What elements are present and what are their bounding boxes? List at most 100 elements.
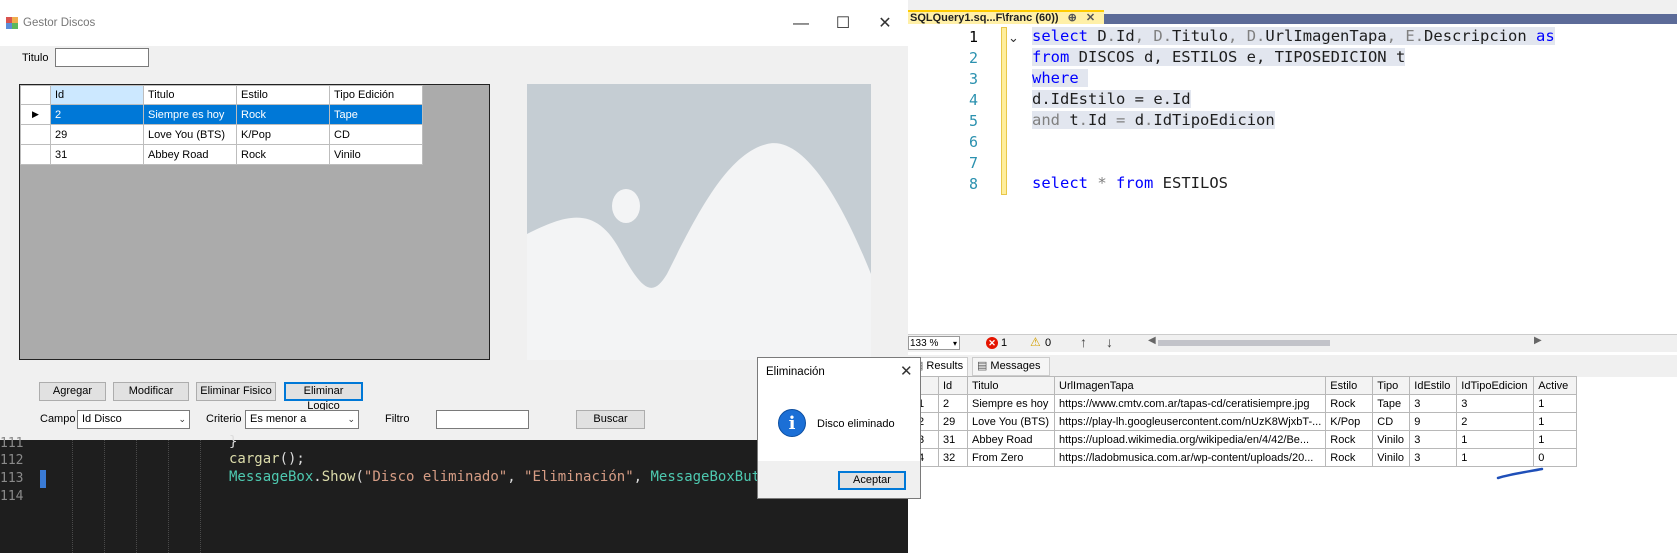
cell[interactable]: 3 xyxy=(1409,430,1458,449)
table-row[interactable]: 31 Abbey Road Rock Vinilo xyxy=(20,144,423,165)
column-header[interactable]: Active xyxy=(1533,376,1578,395)
cell[interactable]: Love You (BTS) xyxy=(967,412,1055,431)
cell[interactable]: Tape xyxy=(329,104,423,125)
cell[interactable]: https://play-lh.googleusercontent.com/nU… xyxy=(1053,412,1327,431)
cell[interactable]: K/Pop xyxy=(236,124,330,145)
error-icon[interactable]: ✕ xyxy=(986,337,998,349)
cell[interactable]: 3 xyxy=(1409,394,1458,413)
cell[interactable]: 31 xyxy=(938,430,968,449)
maximize-button[interactable]: ☐ xyxy=(820,10,866,38)
window-titlebar[interactable] xyxy=(0,0,908,46)
cell[interactable]: https://www.cmtv.com.ar/tapas-cd/ceratis… xyxy=(1053,394,1327,413)
cell[interactable]: Siempre es hoy xyxy=(967,394,1055,413)
column-header[interactable]: Titulo xyxy=(967,376,1055,395)
cell[interactable]: K/Pop xyxy=(1325,412,1374,431)
zoom-dropdown[interactable]: 133 % ▾ xyxy=(908,336,960,350)
column-header[interactable]: UrlImagenTapa xyxy=(1053,376,1327,395)
close-tab-icon[interactable]: ✕ xyxy=(1086,12,1095,24)
column-header[interactable]: Estilo xyxy=(1325,376,1374,395)
line-number: 8 xyxy=(968,175,978,193)
cell[interactable]: 29 xyxy=(50,124,144,145)
tab-messages[interactable]: ▤ResultsMessages xyxy=(972,357,1050,376)
cell[interactable]: Rock xyxy=(236,104,330,125)
sql-editor[interactable]: select D.Id, D.Titulo, D.UrlImagenTapa, … xyxy=(1032,25,1677,325)
column-header[interactable]: Tipo Edición xyxy=(329,85,423,105)
table-row[interactable]: 2 29 Love You (BTS) https://play-lh.goog… xyxy=(914,412,1578,431)
dialog-close-button[interactable]: ✕ xyxy=(900,362,913,380)
cell[interactable]: Abbey Road xyxy=(143,144,237,165)
warning-icon[interactable]: ⚠ xyxy=(1030,336,1043,349)
table-row[interactable]: 29 Love You (BTS) K/Pop CD xyxy=(20,124,423,145)
cell[interactable]: CD xyxy=(329,124,423,145)
cell[interactable]: 2 xyxy=(938,394,968,413)
cell[interactable]: 3 xyxy=(1409,448,1458,467)
zoom-value: 133 % xyxy=(910,338,939,349)
eliminar-fisico-button[interactable]: Eliminar Fisico xyxy=(196,382,276,401)
query-tab[interactable]: SQLQuery1.sq...F\franc (60)) ⊕ ✕ xyxy=(908,10,1104,24)
horizontal-scrollbar-thumb[interactable] xyxy=(1158,340,1330,346)
column-header[interactable]: Estilo xyxy=(236,85,330,105)
cell[interactable]: Vinilo xyxy=(1372,430,1411,449)
table-row[interactable]: 4 32 From Zero https://ladobmusica.com.a… xyxy=(914,448,1578,467)
cell[interactable]: https://upload.wikimedia.org/wikipedia/e… xyxy=(1053,430,1327,449)
cell[interactable]: CD xyxy=(1372,412,1411,431)
eliminar-logico-button[interactable]: Eliminar Logico xyxy=(284,382,363,412)
cell[interactable]: 1 xyxy=(1456,430,1535,449)
cell[interactable]: 9 xyxy=(1409,412,1458,431)
column-header[interactable]: IdTipoEdicion xyxy=(1456,376,1535,395)
cell[interactable]: 1 xyxy=(1533,412,1578,431)
column-header[interactable]: Tipo xyxy=(1372,376,1411,395)
cell[interactable]: 3 xyxy=(1456,394,1535,413)
cell[interactable]: Tape xyxy=(1372,394,1411,413)
cell[interactable]: 2 xyxy=(1456,412,1535,431)
criterio-select[interactable]: Es menor a ⌄ xyxy=(245,410,359,429)
ssms-panel: SQLQuery1.sq...F\franc (60)) ⊕ ✕ 1 2 3 4… xyxy=(908,0,1677,553)
indent-guide xyxy=(200,440,201,553)
aceptar-button[interactable]: Aceptar xyxy=(838,471,906,490)
results-grid[interactable]: Id Titulo UrlImagenTapa Estilo Tipo IdEs… xyxy=(914,376,1677,467)
agregar-button[interactable]: Agregar xyxy=(39,382,106,401)
cell[interactable]: Vinilo xyxy=(1372,448,1411,467)
cell[interactable]: Love You (BTS) xyxy=(143,124,237,145)
cell[interactable]: Siempre es hoy xyxy=(143,104,237,125)
column-header[interactable]: Id xyxy=(938,376,968,395)
pin-icon[interactable]: ⊕ xyxy=(1068,12,1077,24)
modificar-button[interactable]: Modificar xyxy=(113,382,189,401)
table-row[interactable]: 3 31 Abbey Road https://upload.wikimedia… xyxy=(914,430,1578,449)
cell[interactable]: 2 xyxy=(50,104,144,125)
dialog-message: Disco eliminado xyxy=(817,418,895,430)
cell[interactable]: From Zero xyxy=(967,448,1055,467)
cell[interactable]: Rock xyxy=(1325,430,1374,449)
indent-guide xyxy=(72,440,73,553)
scroll-left-icon[interactable]: ◀ xyxy=(1148,335,1156,346)
cell[interactable]: Rock xyxy=(1325,394,1374,413)
cell[interactable]: 29 xyxy=(938,412,968,431)
discos-grid[interactable]: Id Titulo Estilo Tipo Edición ▶ 2 Siempr… xyxy=(19,84,490,360)
query-tab-title: SQLQuery1.sq...F\franc (60)) xyxy=(910,12,1059,24)
minimize-button[interactable]: — xyxy=(778,10,824,38)
column-header[interactable]: Titulo xyxy=(143,85,237,105)
campo-select[interactable]: Id Disco ⌄ xyxy=(77,410,190,429)
filtro-input[interactable] xyxy=(436,410,529,429)
cell[interactable]: Rock xyxy=(236,144,330,165)
cell[interactable]: 32 xyxy=(938,448,968,467)
collapse-chevron-icon[interactable]: ⌄ xyxy=(1008,30,1022,45)
scroll-right-icon[interactable]: ▶ xyxy=(1534,335,1542,346)
cell[interactable]: Rock xyxy=(1325,448,1374,467)
cell[interactable]: 31 xyxy=(50,144,144,165)
column-header[interactable]: IdEstilo xyxy=(1409,376,1458,395)
error-count: 1 xyxy=(1001,337,1008,349)
table-row[interactable]: 1 2 Siempre es hoy https://www.cmtv.com.… xyxy=(914,394,1578,413)
close-button[interactable]: ✕ xyxy=(862,10,908,38)
cell[interactable]: 1 xyxy=(1533,430,1578,449)
arrow-up-icon[interactable]: ↑ xyxy=(1080,334,1087,350)
cell[interactable]: https://ladobmusica.com.ar/wp-content/up… xyxy=(1053,448,1327,467)
table-row[interactable]: ▶ 2 Siempre es hoy Rock Tape xyxy=(20,104,423,125)
cell[interactable]: Vinilo xyxy=(329,144,423,165)
column-header[interactable]: Id xyxy=(50,85,144,105)
cell[interactable]: Abbey Road xyxy=(967,430,1055,449)
cell[interactable]: 1 xyxy=(1533,394,1578,413)
titulo-input[interactable] xyxy=(55,48,149,67)
arrow-down-icon[interactable]: ↓ xyxy=(1106,334,1113,350)
buscar-button[interactable]: Buscar xyxy=(576,410,645,429)
